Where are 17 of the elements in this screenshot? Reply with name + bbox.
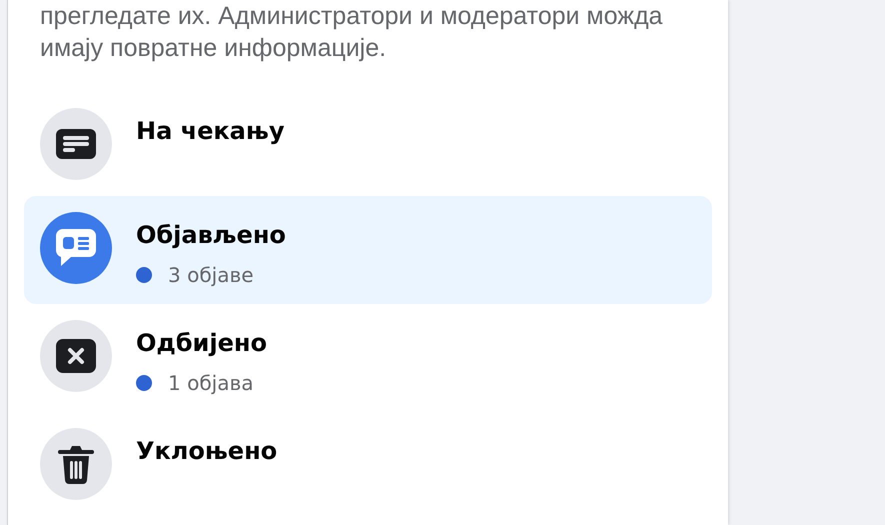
list-icon — [56, 129, 96, 159]
post-count: 3 објаве — [168, 262, 254, 288]
status-title: Уклоњено — [136, 436, 278, 467]
status-item[interactable]: Објављено 3 објаве — [24, 196, 712, 304]
status-dot — [136, 375, 152, 391]
status-item[interactable]: Уклоњено — [24, 412, 712, 516]
status-item[interactable]: Одбијено 1 објава — [24, 304, 712, 412]
status-item[interactable]: На чекању — [24, 92, 712, 196]
close-icon — [56, 339, 96, 373]
post-count: 1 објава — [168, 370, 254, 396]
status-title: На чекању — [136, 116, 284, 147]
description-text: прегледате их. Администратори и модератори можда имају повратне информације. — [39, 1, 664, 64]
status-title: Објављено — [136, 220, 286, 251]
chat-bubble-icon — [56, 229, 96, 267]
status-dot — [136, 267, 152, 283]
trash-icon — [58, 444, 94, 484]
status-title: Одбијено — [136, 328, 267, 359]
